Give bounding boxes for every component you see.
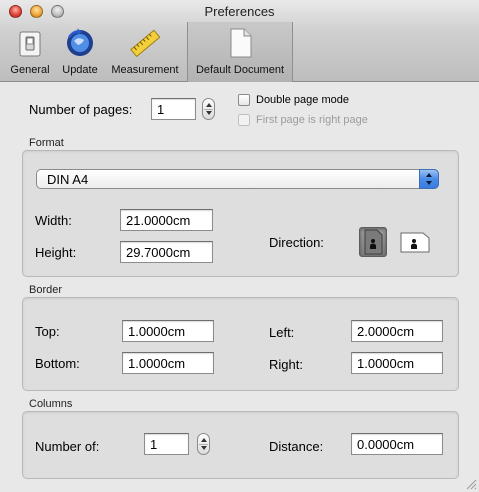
paper-size-popup[interactable]: DIN A4 [36, 169, 439, 189]
bottom-margin-label: Bottom: [35, 356, 80, 371]
column-distance-label: Distance: [269, 439, 324, 454]
default-document-pane: Number of pages: 1 Double page mode Firs… [0, 83, 479, 492]
light-switch-icon [19, 31, 41, 57]
toolbar-update-label: Update [62, 64, 98, 76]
number-of-columns-stepper[interactable] [197, 433, 210, 455]
first-page-right-checkbox[interactable] [238, 114, 250, 126]
left-margin-label: Left: [269, 325, 295, 340]
number-of-columns-label: Number of: [35, 439, 100, 454]
toolbar-general[interactable]: General [7, 22, 53, 82]
top-margin-label: Top: [35, 324, 60, 339]
paper-size-value: DIN A4 [47, 172, 89, 187]
stepper-up-arrow-icon [201, 438, 207, 442]
right-margin-field[interactable]: 1.0000cm [351, 352, 443, 374]
columns-section-label: Columns [29, 398, 73, 410]
stepper-down-arrow-icon [206, 111, 212, 115]
height-label: Height: [35, 245, 77, 260]
number-of-pages-label: Number of pages: [29, 102, 133, 117]
window-titlebar: Preferences General Update Measurement D… [0, 0, 479, 82]
column-distance-field[interactable]: 0.0000cm [351, 433, 443, 455]
width-label: Width: [35, 213, 72, 228]
number-of-pages-field[interactable]: 1 [151, 98, 196, 120]
blank-document-icon [230, 28, 252, 58]
top-margin-field[interactable]: 1.0000cm [122, 320, 214, 342]
toolbar-default-document[interactable]: Default Document [187, 22, 293, 82]
double-page-mode-label: Double page mode [256, 94, 349, 106]
portrait-page-icon [364, 229, 383, 255]
columns-group: Number of: 1 Distance: 0.0000cm [22, 411, 459, 479]
toolbar-measurement-label: Measurement [111, 64, 179, 76]
stepper-down-arrow-icon [201, 446, 207, 450]
popup-arrows-icon [419, 169, 439, 189]
left-margin-field[interactable]: 2.0000cm [351, 320, 443, 342]
bottom-margin-field[interactable]: 1.0000cm [122, 352, 214, 374]
border-section-label: Border [29, 284, 63, 296]
border-group: Top: 1.0000cm Bottom: 1.0000cm Left: 2.0… [22, 297, 459, 391]
format-group: DIN A4 Width: 21.0000cm Height: 29.7000c… [22, 150, 459, 277]
landscape-page-icon [400, 232, 430, 253]
landscape-direction-button[interactable] [399, 229, 431, 255]
number-of-pages-stepper[interactable] [202, 98, 215, 120]
height-field[interactable]: 29.7000cm [120, 241, 213, 263]
direction-label: Direction: [269, 235, 324, 250]
number-of-columns-field[interactable]: 1 [144, 433, 189, 455]
portrait-direction-button[interactable] [359, 227, 387, 257]
first-page-right-label: First page is right page [256, 114, 368, 126]
toolbar-update[interactable]: Update [57, 22, 103, 82]
toolbar-measurement[interactable]: Measurement [107, 22, 183, 82]
window-title: Preferences [204, 4, 275, 19]
ruler-icon [130, 29, 160, 58]
right-margin-label: Right: [269, 357, 303, 372]
width-field[interactable]: 21.0000cm [120, 209, 213, 231]
toolbar-default-document-label: Default Document [195, 64, 285, 76]
double-page-mode-checkbox[interactable] [238, 94, 250, 106]
toolbar-general-label: General [10, 64, 50, 76]
globe-refresh-icon [67, 28, 93, 56]
stepper-up-arrow-icon [206, 103, 212, 107]
format-section-label: Format [29, 137, 64, 149]
resize-grip-icon[interactable] [465, 478, 477, 490]
